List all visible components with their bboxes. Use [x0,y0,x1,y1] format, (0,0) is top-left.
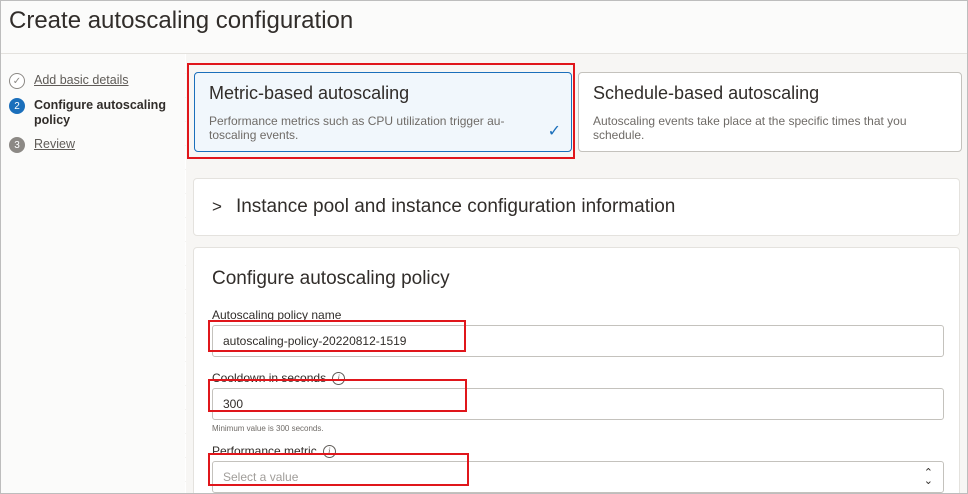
step-configure-policy: 2 Configure autoscaling policy [9,98,174,128]
info-icon[interactable]: i [332,371,346,385]
schedule-based-tile[interactable]: Schedule-based autoscaling Autoscaling e… [578,72,962,152]
checkmark-icon: ✓ [547,123,561,140]
tile-title: Schedule-based autoscaling [593,83,820,103]
tile-description: Performance metrics such as CPU utilizat… [209,114,505,142]
main-content: Metric-based autoscaling Performance met… [186,54,967,493]
cooldown-input[interactable]: 300 [212,388,944,420]
metric-based-tile[interactable]: Metric-based autoscaling Performance met… [194,72,572,152]
section-title: Configure autoscaling policy [212,268,450,289]
performance-metric-select[interactable]: Select a value ⌃ ⌄ [212,461,944,493]
check-circle-icon: ✓ [9,73,25,89]
policy-name-label: Autoscaling policy name [212,308,342,322]
policy-section: Configure autoscaling policy Autoscaling… [193,247,960,493]
page-title: Create autoscaling configuration [9,7,354,34]
step-link-review[interactable]: Review [34,137,75,151]
cooldown-hint: Minimum value is 300 seconds. [212,424,324,433]
tile-description: Autoscaling events take place at the spe… [593,114,907,142]
policy-name-input[interactable]: autoscaling-policy-20220812-1519 [212,325,944,357]
steps-panel: ✓ Add basic details 2 Configure autoscal… [1,54,185,493]
step-add-basic-details[interactable]: ✓ Add basic details [9,73,129,89]
expander-label: Instance pool and instance configuration… [235,196,676,217]
step-link-basic-details[interactable]: Add basic details [34,73,129,87]
select-placeholder: Select a value [223,470,299,484]
step-current-label: Configure autoscaling policy [34,98,166,127]
instance-pool-expander[interactable]: > Instance pool and instance configurati… [193,178,960,236]
select-arrows-icon: ⌃ ⌄ [923,467,933,487]
cooldown-label: Cooldown in seconds i [212,371,941,385]
chevron-right-icon: > [212,197,222,216]
dialog-frame: Create autoscaling configuration ✓ Add b… [0,0,968,494]
tile-title: Metric-based autoscaling [209,83,410,103]
title-bar: Create autoscaling configuration [1,1,967,54]
metric-label: Performance metric i [212,444,941,458]
info-icon[interactable]: i [322,444,336,458]
step-number-badge: 3 [9,137,25,153]
step-number-badge: 2 [9,98,25,114]
step-review[interactable]: 3 Review [9,137,75,153]
